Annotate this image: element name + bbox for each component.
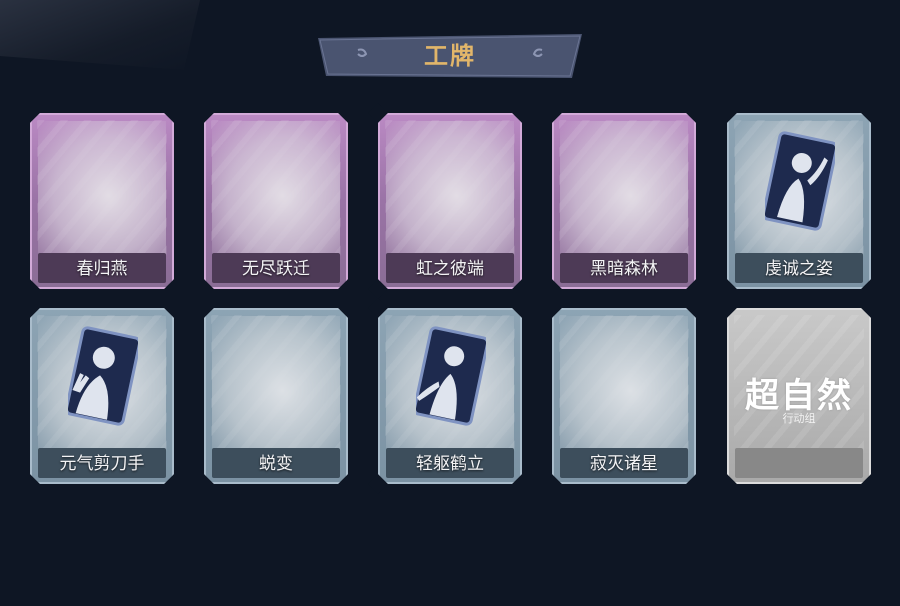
badge-label: 轻躯鹤立 [416, 454, 484, 474]
badge-label: 无尽跃迁 [242, 259, 310, 279]
badge-card[interactable]: 元气剪刀手 [20, 298, 184, 494]
badge-card[interactable]: 无尽跃迁 [194, 103, 358, 299]
badge-card[interactable]: 虹之彼端 [368, 103, 532, 299]
badge-label: 蜕变 [259, 454, 293, 474]
badge-card[interactable]: 黑暗森林 [542, 103, 706, 299]
badge-card[interactable]: 蜕变 [194, 298, 358, 494]
badge-card[interactable]: 虔诚之姿 [717, 103, 881, 299]
badge-card[interactable]: 春归燕 [20, 103, 184, 299]
logo-subtitle: 行动组 [782, 412, 816, 425]
badge-card[interactable]: 轻躯鹤立 [368, 298, 532, 494]
silhouette-portrait-icon [68, 326, 138, 426]
badge-label: 虹之彼端 [416, 259, 484, 279]
badge-label: 元气剪刀手 [59, 454, 145, 474]
label-band [735, 448, 863, 478]
badge-label: 黑暗森林 [590, 259, 658, 279]
silhouette-portrait-icon [765, 131, 835, 231]
badge-label: 春归燕 [76, 259, 128, 279]
badge-label: 寂灭诸星 [590, 454, 658, 474]
badge-label: 虔诚之姿 [765, 259, 833, 279]
badge-card[interactable]: 寂灭诸星 [542, 298, 706, 494]
badge-card[interactable]: 超自然 行动组 [717, 298, 881, 494]
badge-grid: 春归燕 无尽跃迁 虹之彼端 黑暗森林 虔诚之姿 元气剪刀手 蜕变 轻躯鹤立 寂灭… [0, 0, 900, 606]
silhouette-portrait-icon [416, 326, 486, 426]
